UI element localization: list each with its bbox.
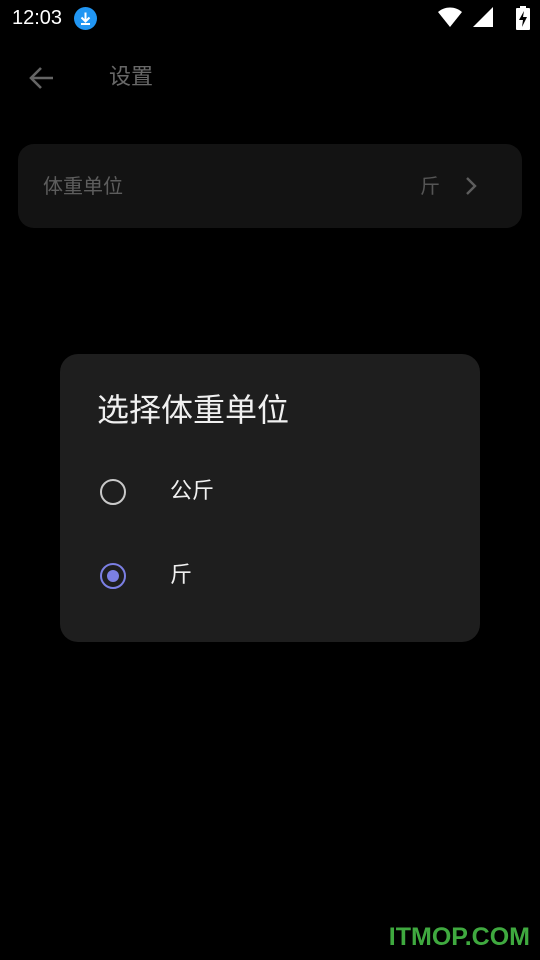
watermark: ITMOP.COM (388, 923, 530, 951)
option-kilogram[interactable]: 公斤 (60, 456, 480, 528)
download-icon (74, 7, 97, 30)
setting-value: 斤 (420, 174, 440, 198)
radio-button-unchecked[interactable] (100, 479, 126, 505)
setting-label: 体重单位 (43, 174, 123, 198)
arrow-left-icon[interactable] (28, 64, 56, 92)
page-title: 设置 (109, 65, 154, 90)
radio-button-checked[interactable] (100, 563, 126, 589)
signal-icon (472, 6, 494, 32)
option-label: 斤 (170, 563, 193, 588)
option-jin[interactable]: 斤 (60, 540, 480, 612)
battery-charging-icon (516, 6, 530, 34)
weight-unit-dialog: 选择体重单位 公斤 斤 (60, 354, 480, 642)
status-time: 12:03 (12, 7, 63, 29)
wifi-icon (438, 6, 462, 32)
chevron-right-icon (464, 174, 478, 198)
dialog-title: 选择体重单位 (97, 391, 290, 429)
status-bar: 12:03 (0, 0, 540, 36)
setting-weight-unit[interactable]: 体重单位 斤 (18, 144, 522, 228)
option-label: 公斤 (170, 479, 215, 504)
toolbar: 设置 (0, 48, 540, 108)
